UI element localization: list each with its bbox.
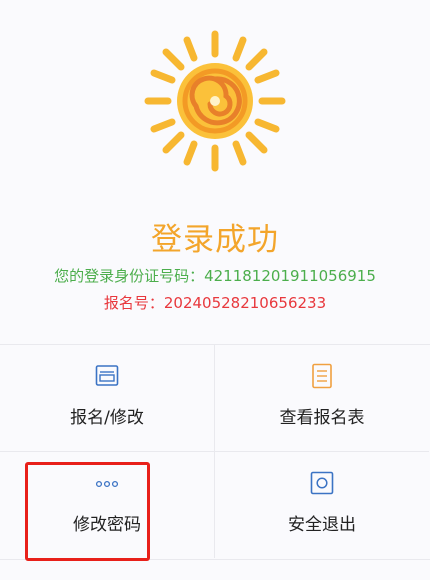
registration-number-text: 报名号：20240528210656233 xyxy=(103,294,327,312)
change-password-button[interactable]: 修改密码 xyxy=(0,452,215,558)
login-success-title: 登录成功 xyxy=(151,222,279,258)
change-password-label: 修改密码 xyxy=(73,515,141,535)
dots-icon xyxy=(95,480,119,488)
view-form-label: 查看报名表 xyxy=(279,408,365,428)
logout-label: 安全退出 xyxy=(288,515,356,535)
document-icon xyxy=(312,363,332,389)
register-modify-button[interactable]: 报名/修改 xyxy=(0,345,215,452)
id-number-text: 您的登录身份证号码：421181201911056915 xyxy=(54,267,376,285)
login-success-page: 登录成功 您的登录身份证号码：421181201911056915 报名号：20… xyxy=(0,0,430,580)
form-icon xyxy=(95,365,119,386)
logout-button[interactable]: 安全退出 xyxy=(215,452,429,558)
menu-grid: 报名/修改 查看报名表 修改密码 安全退出 xyxy=(0,344,430,560)
exit-icon xyxy=(310,471,334,495)
view-form-button[interactable]: 查看报名表 xyxy=(215,345,429,452)
sun-icon xyxy=(144,30,286,172)
register-modify-label: 报名/修改 xyxy=(70,408,144,428)
